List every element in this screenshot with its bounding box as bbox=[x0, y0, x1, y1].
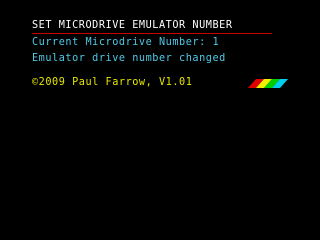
status-message: Emulator drive number changed bbox=[32, 53, 226, 64]
screen-title: SET MICRODRIVE EMULATOR NUMBER bbox=[32, 20, 233, 31]
title-underline bbox=[32, 33, 272, 34]
spectrum-rainbow-stripes-icon bbox=[248, 79, 288, 88]
current-microdrive-number: Current Microdrive Number: 1 bbox=[32, 37, 220, 48]
copyright-text: ©2009 Paul Farrow, V1.01 bbox=[32, 77, 193, 88]
emulator-screen: SET MICRODRIVE EMULATOR NUMBER Current M… bbox=[0, 0, 320, 240]
